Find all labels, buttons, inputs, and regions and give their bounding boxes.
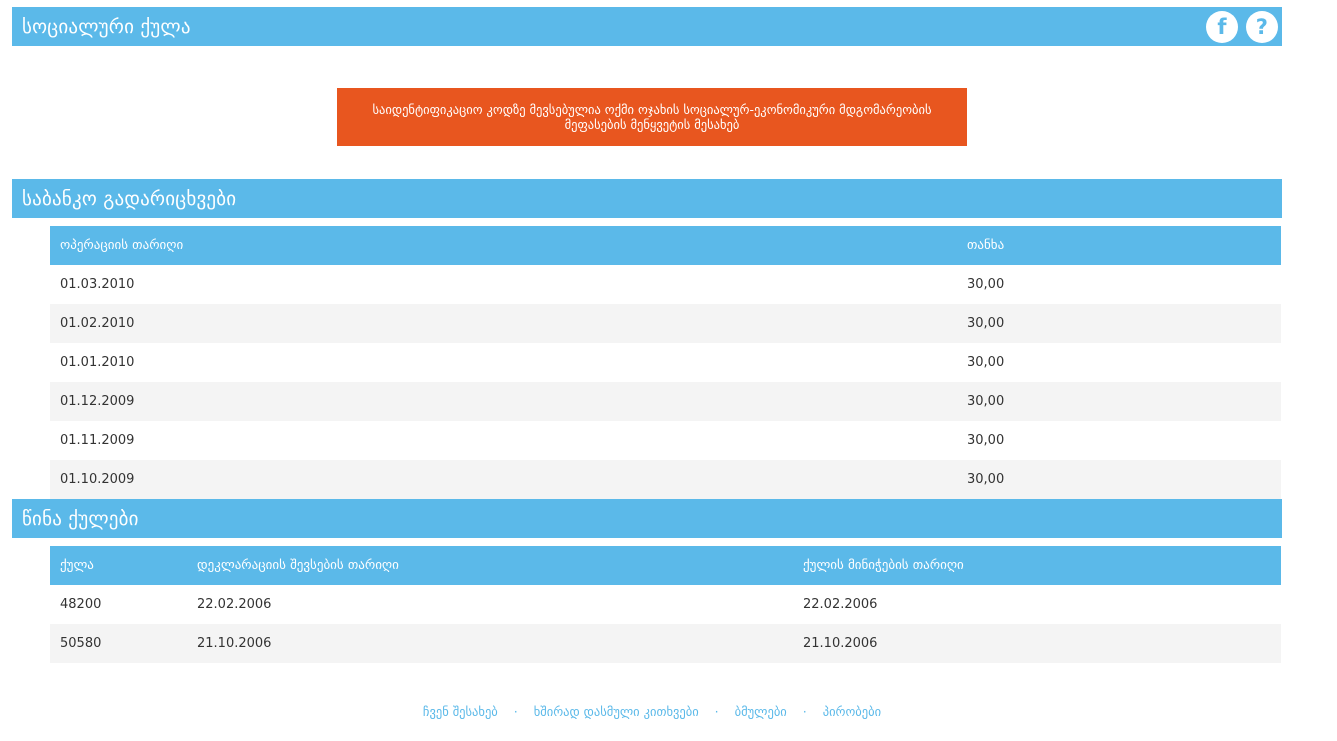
declaration-date-cell: 21.10.2006 [197, 636, 272, 651]
score-cell: 48200 [60, 597, 102, 612]
table-row: 01.01.2010 30,00 [50, 343, 1281, 382]
page-title: სოციალური ქულა [22, 15, 191, 38]
assignment-date-cell: 21.10.2006 [803, 636, 878, 651]
column-header-assignment-date: ქულის მინიჭების თარიღი [803, 558, 964, 573]
operation-date-cell: 01.03.2010 [60, 277, 135, 292]
operation-date-cell: 01.11.2009 [60, 433, 135, 448]
column-header-declaration-date: დეკლარაციის შევსების თარიღი [197, 558, 399, 573]
footer-separator: · [513, 704, 518, 719]
score-cell: 50580 [60, 636, 102, 651]
footer-link-terms[interactable]: პირობები [823, 704, 881, 719]
amount-cell: 30,00 [967, 355, 1005, 370]
table-row: 48200 22.02.2006 22.02.2006 [50, 585, 1281, 624]
column-header-score: ქულა [60, 558, 94, 573]
table-row: 01.03.2010 30,00 [50, 265, 1281, 304]
previous-scores-title: წინა ქულები [22, 507, 139, 530]
operation-date-cell: 01.01.2010 [60, 355, 135, 370]
amount-cell: 30,00 [967, 277, 1005, 292]
help-icon[interactable]: ? [1246, 11, 1278, 43]
bank-section-header: საბანკო გადარიცხვები [12, 179, 1282, 218]
table-row: 01.02.2010 30,00 [50, 304, 1281, 343]
table-header-row: ოპერაციის თარიღი თანხა [50, 226, 1281, 265]
notice-text: საიდენტიფიკაციო კოდზე მევსებულია ოქმი ოჯ… [372, 102, 932, 132]
previous-scores-table: ქულა დეკლარაციის შევსების თარიღი ქულის მ… [50, 546, 1281, 663]
amount-cell: 30,00 [967, 433, 1005, 448]
footer-links: ჩვენ შესახებ · ხშირად დასმული კითხვები ·… [0, 704, 1304, 719]
amount-cell: 30,00 [967, 394, 1005, 409]
bank-section-title: საბანკო გადარიცხვები [22, 187, 237, 210]
footer-separator: · [802, 704, 807, 719]
operation-date-cell: 01.10.2009 [60, 472, 135, 487]
table-row: 50580 21.10.2006 21.10.2006 [50, 624, 1281, 663]
amount-cell: 30,00 [967, 316, 1005, 331]
footer-link-links[interactable]: ბმულები [735, 704, 787, 719]
table-row: 01.10.2009 30,00 [50, 460, 1281, 499]
header-icons: f ? [1206, 11, 1278, 43]
column-header-operation-date: ოპერაციის თარიღი [60, 238, 184, 253]
previous-scores-section-header: წინა ქულები [12, 499, 1282, 538]
assignment-date-cell: 22.02.2006 [803, 597, 878, 612]
declaration-date-cell: 22.02.2006 [197, 597, 272, 612]
table-header-row: ქულა დეკლარაციის შევსების თარიღი ქულის მ… [50, 546, 1281, 585]
amount-cell: 30,00 [967, 472, 1005, 487]
notice-banner: საიდენტიფიკაციო კოდზე მევსებულია ოქმი ოჯ… [337, 88, 967, 146]
operation-date-cell: 01.02.2010 [60, 316, 135, 331]
footer-separator: · [714, 704, 719, 719]
footer-link-faq[interactable]: ხშირად დასმული კითხვები [534, 704, 699, 719]
header-bar: სოციალური ქულა f ? [12, 7, 1282, 46]
operation-date-cell: 01.12.2009 [60, 394, 135, 409]
footer-link-about-us[interactable]: ჩვენ შესახებ [423, 704, 498, 719]
table-row: 01.12.2009 30,00 [50, 382, 1281, 421]
table-row: 01.11.2009 30,00 [50, 421, 1281, 460]
facebook-icon[interactable]: f [1206, 11, 1238, 43]
bank-transfers-table: ოპერაციის თარიღი თანხა 01.03.2010 30,00 0… [50, 226, 1281, 499]
column-header-amount: თანხა [967, 238, 1005, 253]
